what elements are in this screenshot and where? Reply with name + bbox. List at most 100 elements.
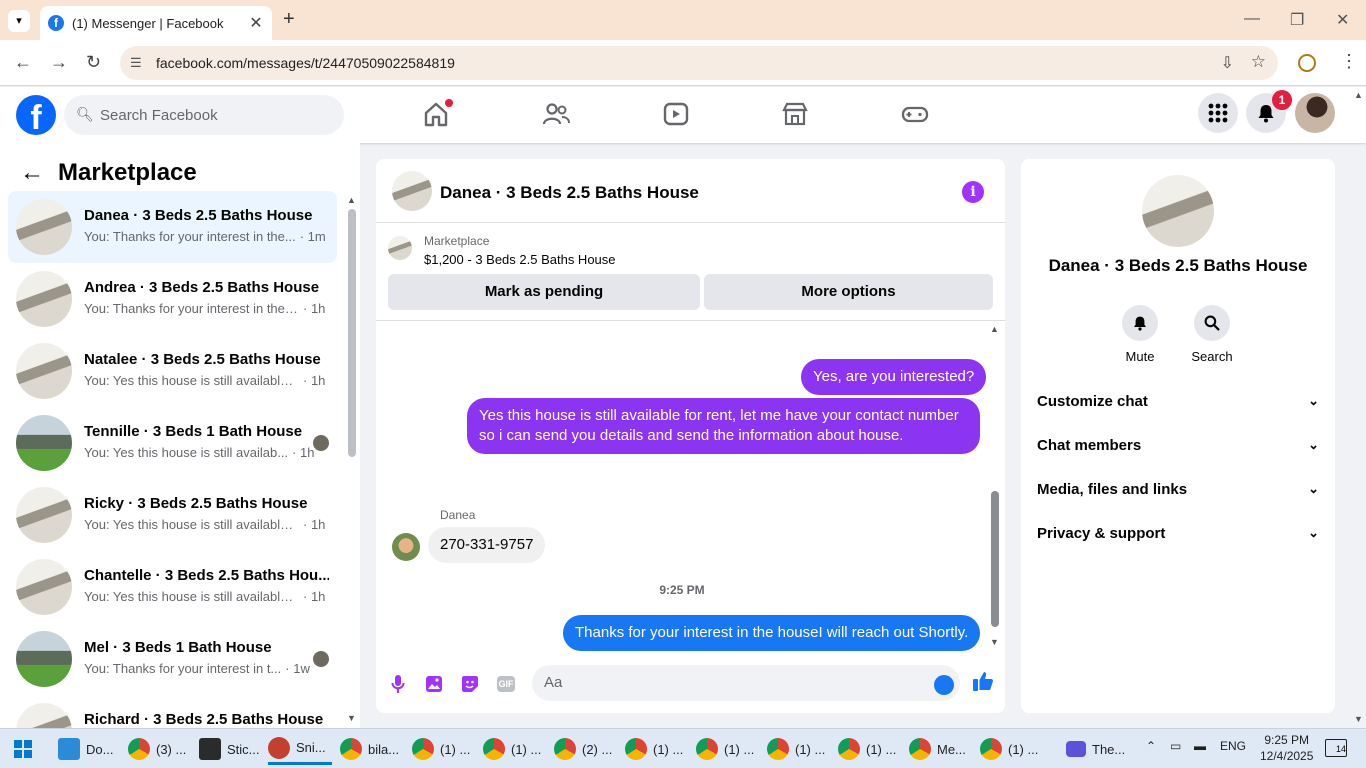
tab-search-button[interactable]: ▾ [8,10,30,32]
site-info-icon[interactable]: ☰ [130,55,142,71]
forward-icon[interactable]: → [50,52,68,73]
menu-grid-icon[interactable] [1198,93,1238,133]
conversation-item[interactable]: Mel · 3 Beds 1 Bath House You: Thanks fo… [8,623,337,695]
taskbar-item-chrome[interactable]: Me... [909,733,967,765]
taskbar-item-chrome[interactable]: (1) ... [696,733,754,765]
scroll-up-arrow[interactable]: ▲ [347,195,356,205]
listing-thumbnail[interactable] [388,236,412,260]
message-input[interactable]: Aa [532,665,960,701]
outgoing-message[interactable]: Yes, are you interested? [801,359,987,395]
battery-icon[interactable]: ▬ [1194,739,1206,753]
info-icon[interactable]: i [962,181,984,203]
taskbar-item-chrome[interactable]: (1) ... [767,733,825,765]
incoming-message[interactable]: 270-331-9757 [428,527,546,563]
show-hidden-icons-chevron-icon[interactable]: ⌃ [1146,739,1156,753]
sidebar-scrollbar[interactable] [348,209,356,457]
privacy-support-section[interactable]: Privacy & support ⌄ [1037,513,1319,553]
back-icon[interactable]: ← [14,52,32,73]
conversation-item[interactable]: Tennille · 3 Beds 1 Bath House You: Yes … [8,407,337,479]
video-icon[interactable] [661,99,691,129]
taskbar-item-downloads[interactable]: Do... [58,733,114,765]
conversation-name: Danea · 3 Beds 2.5 Baths House [84,207,313,224]
more-options-button[interactable]: More options [704,274,993,310]
marketplace-icon[interactable] [780,99,810,129]
taskbar-item-zoom[interactable]: The... [1066,733,1132,765]
browser-menu-icon[interactable]: ⋮ [1340,51,1358,72]
facebook-logo-icon[interactable]: f [16,95,56,135]
taskbar-item-chrome[interactable]: (3) ... [128,733,186,765]
photo-icon[interactable] [423,673,445,695]
chat-scrollbar[interactable] [991,491,999,627]
chevron-down-icon: ⌄ [1308,481,1319,496]
url-bar[interactable]: ☰ facebook.com/messages/t/24470509022584… [120,46,1278,80]
outgoing-message[interactable]: Thanks for your interest in the houseI w… [563,615,981,651]
microphone-icon[interactable] [387,673,409,695]
page-scroll-down-arrow[interactable]: ▼ [1354,714,1363,724]
conversation-item[interactable]: Andrea · 3 Beds 2.5 Baths House You: Tha… [8,263,337,335]
taskbar-item-chrome[interactable]: (1) ... [625,733,683,765]
reload-icon[interactable]: ↻ [86,52,101,73]
conversation-item[interactable]: Natalee · 3 Beds 2.5 Baths House You: Ye… [8,335,337,407]
close-tab-icon[interactable]: ✕ [248,13,264,33]
gaming-icon[interactable] [900,99,930,129]
language-indicator[interactable]: ENG [1220,739,1246,753]
mute-action[interactable]: Mute [1110,305,1170,364]
taskbar-item-chrome[interactable]: bila... [340,733,400,765]
minimize-icon[interactable]: — [1244,10,1260,28]
install-app-icon[interactable]: ⇩ [1221,53,1234,73]
close-window-icon[interactable]: ✕ [1336,10,1349,30]
search-action[interactable]: Search [1182,305,1242,364]
conversation-item[interactable]: Richard · 3 Beds 2.5 Baths House [8,695,337,728]
page-scroll-up-arrow[interactable]: ▲ [1354,90,1363,100]
avatar[interactable] [392,171,432,211]
contact-avatar[interactable] [1142,175,1214,247]
taskbar-item-chrome[interactable]: (1) ... [980,733,1038,765]
sticker-icon[interactable] [459,673,481,695]
outgoing-message[interactable]: Yes this house is still available for re… [467,398,980,454]
chat-members-section[interactable]: Chat members ⌄ [1037,425,1319,465]
windows-start-icon[interactable] [14,740,32,758]
sender-avatar[interactable] [392,533,420,561]
friends-icon[interactable] [541,99,571,129]
conversation-preview: You: Thanks for your interest in the ...… [84,301,326,316]
gif-icon[interactable]: GIF [495,673,517,695]
taskbar-item-chrome[interactable]: (1) ... [483,733,541,765]
avatar [16,487,72,543]
scroll-down-arrow[interactable]: ▼ [347,713,356,723]
emoji-icon[interactable] [934,675,954,695]
new-tab-button[interactable]: + [283,8,295,31]
media-files-links-section[interactable]: Media, files and links ⌄ [1037,469,1319,509]
marketplace-listing-banner: Marketplace $1,200 - 3 Beds 2.5 Baths Ho… [376,223,1005,321]
conversation-item[interactable]: Chantelle · 3 Beds 2.5 Baths Hou... You:… [8,551,337,623]
restore-icon[interactable]: ❐ [1290,10,1304,30]
browser-tab[interactable]: f (1) Messenger | Facebook ✕ [40,6,272,40]
chevron-down-icon: ⌄ [1308,525,1319,540]
conversation-item[interactable]: Ricky · 3 Beds 2.5 Baths House You: Yes … [8,479,337,551]
bell-icon [1122,305,1158,341]
facebook-search-input[interactable]: 🔍︎ Search Facebook [64,95,344,135]
notification-badge: 1 [1272,90,1292,110]
taskbar-item-chrome[interactable]: (1) ... [838,733,896,765]
chat-title[interactable]: Danea · 3 Beds 2.5 Baths House [440,183,699,203]
message-composer: GIF Aa [376,661,1005,713]
meet-now-icon[interactable]: ▭ [1170,739,1181,753]
chat-window: Danea · 3 Beds 2.5 Baths House i Marketp… [376,159,1005,713]
account-avatar[interactable] [1295,93,1335,133]
back-arrow-icon[interactable]: ← [20,159,44,187]
scroll-up-arrow[interactable]: ▲ [990,324,999,334]
mark-as-pending-button[interactable]: Mark as pending [388,274,700,310]
clock[interactable]: 9:25 PM 12/4/2025 [1260,732,1313,764]
taskbar-item-snipping-tool[interactable]: Sni... [268,733,332,765]
taskbar-item-chrome[interactable]: (2) ... [554,733,612,765]
notification-center-icon[interactable]: 14 [1325,739,1347,757]
avatar [16,199,72,255]
bookmark-star-icon[interactable]: ☆ [1251,52,1266,72]
listing-title[interactable]: $1,200 - 3 Beds 2.5 Baths House [424,252,616,267]
thumbs-up-icon[interactable] [972,670,994,698]
customize-chat-section[interactable]: Customize chat ⌄ [1037,381,1319,421]
taskbar-item-chrome[interactable]: (1) ... [412,733,470,765]
taskbar-item-sticky-notes[interactable]: Stic... [199,733,259,765]
conversation-item[interactable]: Danea · 3 Beds 2.5 Baths House You: Than… [8,191,337,263]
scroll-down-arrow[interactable]: ▼ [990,637,999,647]
profile-icon[interactable] [1298,54,1316,72]
